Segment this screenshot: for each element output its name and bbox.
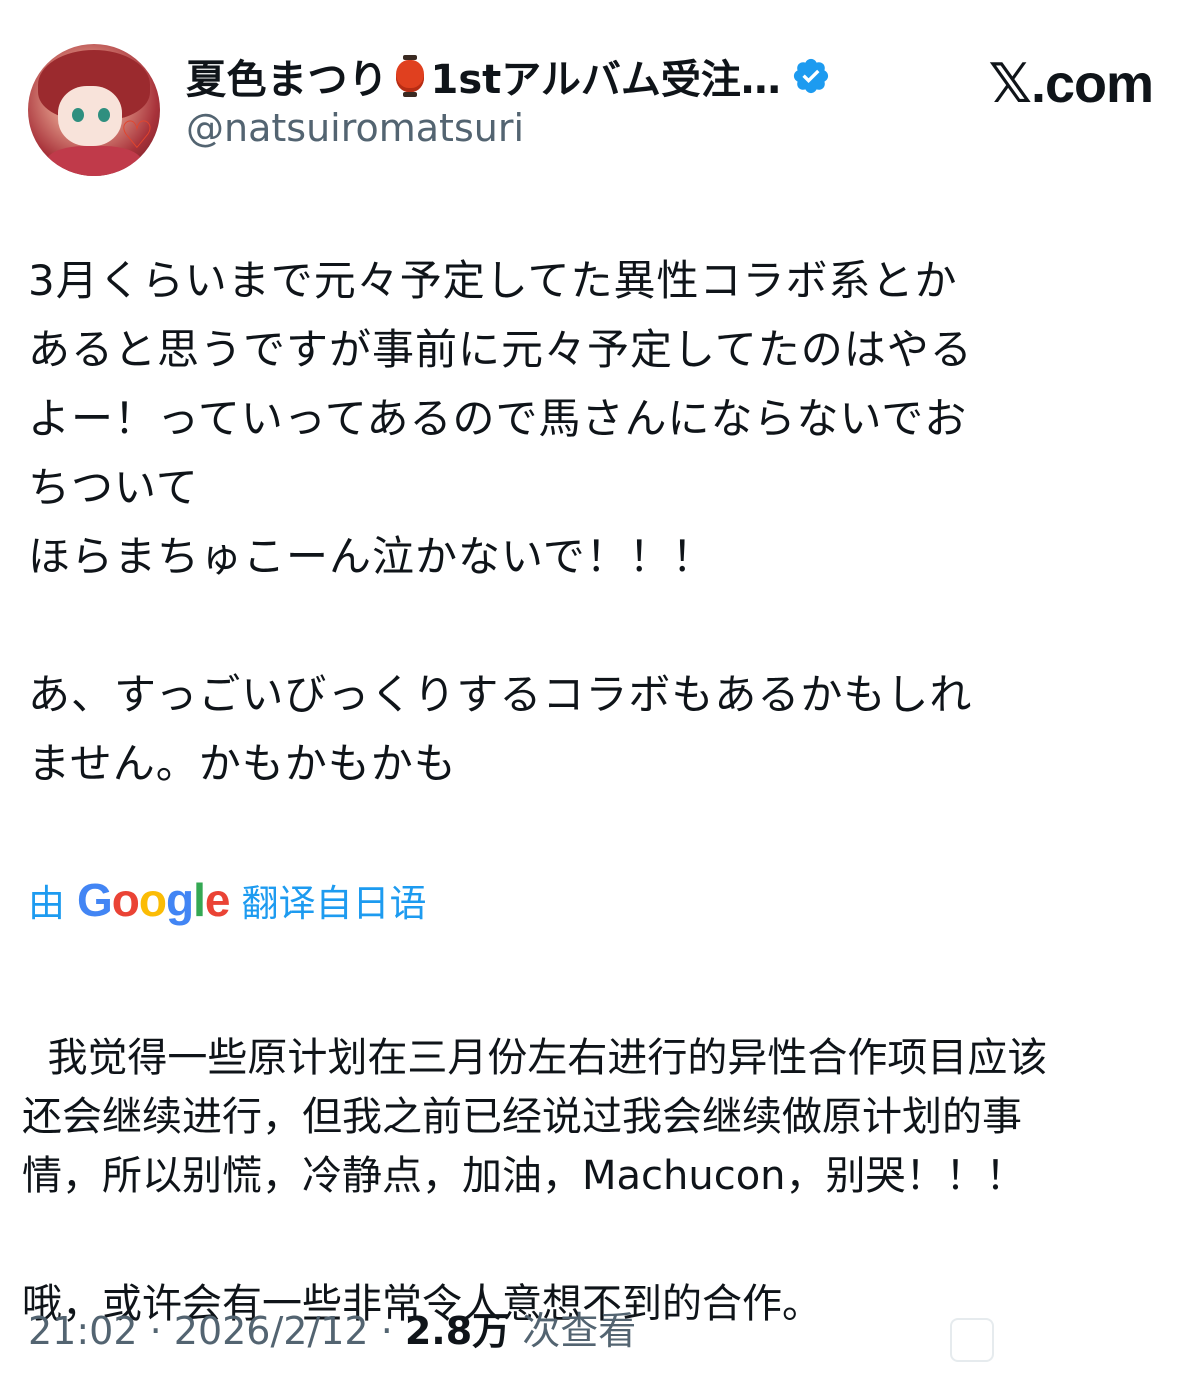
watermark-icon <box>950 1318 994 1362</box>
lantern-icon <box>395 55 425 97</box>
views-label: 次查看 <box>510 1309 637 1353</box>
tweet-date[interactable]: 2026/2/12 <box>174 1309 369 1353</box>
tweet-time[interactable]: 21:02 <box>28 1309 138 1353</box>
display-name-row[interactable]: 夏色まつり 1stアルバム受注… <box>186 44 831 108</box>
translated-paragraph: 我觉得一些原计划在三月份左右进行的异性合作项目应该 还会继续进行，但我之前已经说… <box>22 1035 1048 1199</box>
tweet-meta: 21:02 · 2026/2/12 · 2.8万 次查看 <box>28 1300 636 1355</box>
meta-separator: · <box>137 1309 174 1353</box>
user-handle[interactable]: @natsuiromatsuri <box>186 106 524 150</box>
display-name[interactable]: 夏色まつり <box>186 47 389 105</box>
verified-badge-icon <box>793 58 828 94</box>
views-count: 2.8万 <box>404 1309 511 1353</box>
meta-separator: · <box>368 1309 405 1353</box>
translate-suffix: 翻译自日语 <box>241 882 427 925</box>
translation-attribution[interactable]: 由 Google 翻译自日语 <box>28 870 426 930</box>
x-logo: 𝕏.com <box>988 54 1154 114</box>
tweet-text: 3月くらいまで元々予定してた異性コラボ系とか あると思うですが事前に元々予定して… <box>28 256 973 788</box>
avatar[interactable]: ♡ <box>28 44 160 176</box>
translate-prefix: 由 <box>28 882 65 925</box>
display-name-suffix[interactable]: 1stアルバム受注… <box>431 47 781 105</box>
tweet-header: ♡ 夏色まつり 1stアルバム受注… @natsuiromatsuri 𝕏.co… <box>28 36 1154 176</box>
google-logo: Google <box>77 874 230 926</box>
